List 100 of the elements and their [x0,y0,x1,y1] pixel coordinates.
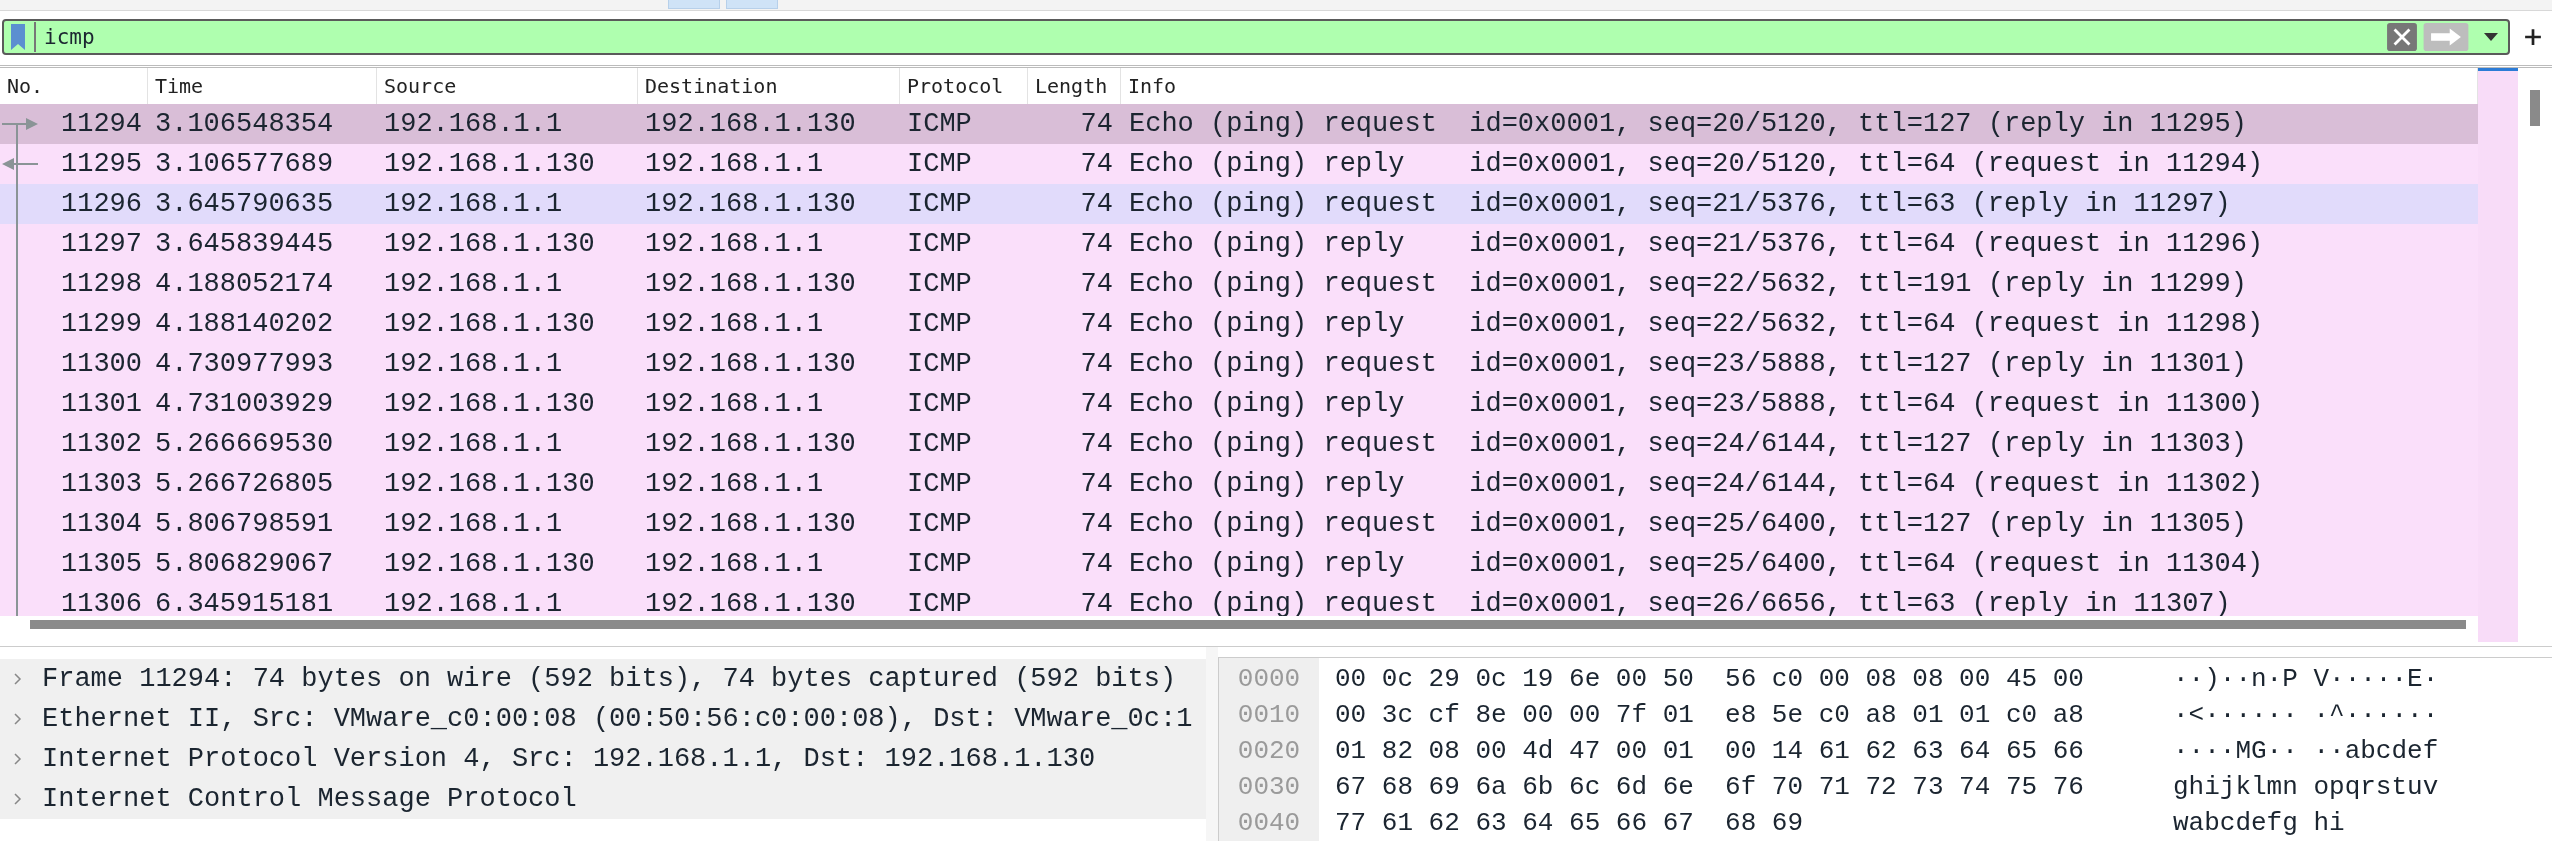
tree-item[interactable]: Ethernet II, Src: VMware_c0:00:08 (00:50:56:c0:00:08), Dst: VMware_0c:1 [0,699,1206,739]
table-cell-text: Echo (ping) request id=0x0001, seq=20/5120, ttl=127 (reply in 11295) [1128,108,2248,139]
table-cell-text: 192.168.1.130 [383,388,596,419]
table-cell-text: ICMP [906,388,973,419]
table-cell-text: ICMP [906,148,973,179]
packet-row[interactable]: 11298 4.188052174 192.168.1.1 192.168.1.130 ICMP 74 Echo (ping) request id=0x0001, seq=22/5632, ttl=191 (reply in 11299) [0,263,2478,304]
table-cell-text: Echo (ping) request id=0x0001, seq=21/5376, ttl=63 (reply in 11297) [1128,188,2232,219]
table-cell-text: 192.168.1.130 [383,228,596,259]
packet-row[interactable]: 11297 3.645839445 192.168.1.130 192.168.1.1 ICMP 74 Echo (ping) reply id=0x0001, seq=21/5376, ttl=64 (request in 11296) [0,223,2478,264]
chevron-icon[interactable] [14,793,22,805]
column-header[interactable]: Source [377,67,638,104]
table-cell-text: ICMP [906,468,973,499]
ascii-bytes: ··)··n·P V·····E· [2173,663,2439,696]
ascii-bytes: ·<······ ·^······ [2173,699,2439,732]
table-cell-text: 11305 [60,548,143,579]
table-cell-text: 11304 [60,508,143,539]
caret-icon[interactable] [2484,32,2498,41]
column-header[interactable]: Destination [638,67,900,104]
table-cell-text: 11301 [60,388,143,419]
tree-item[interactable]: Internet Protocol Version 4, Src: 192.168.1.1, Dst: 192.168.1.130 [0,739,1206,779]
packet-row[interactable]: 11299 4.188140202 192.168.1.130 192.168.1.1 ICMP 74 Echo (ping) reply id=0x0001, seq=22/5632, ttl=64 (request in 11298) [0,303,2478,344]
byte-offset: 0010 [1237,699,1301,732]
chevron-icon[interactable] [14,713,22,725]
packet-row[interactable]: 11301 4.731003929 192.168.1.130 192.168.1.1 ICMP 74 Echo (ping) reply id=0x0001, seq=23/5888, ttl=64 (request in 11300) [0,383,2478,424]
table-cell-text: ICMP [906,588,973,616]
packet-row[interactable]: 11296 3.645790635 192.168.1.1 192.168.1.130 ICMP 74 Echo (ping) request id=0x0001, seq=21/5376, ttl=63 (reply in 11297) [0,183,2478,224]
table-cell-text: 74 [1079,388,1114,419]
table-cell-text: 192.168.1.1 [383,348,564,379]
tree-item-label: Internet Control Message Protocol [42,784,577,814]
packet-row[interactable]: 11304 5.806798591 192.168.1.1 192.168.1.130 ICMP 74 Echo (ping) request id=0x0001, seq=25/6400, ttl=127 (reply in 11305) [0,503,2478,544]
hex-bytes: 00 3c cf 8e 00 00 7f 01 e8 5e c0 a8 01 01 c0 a8 [1335,699,2085,732]
table-cell-text: 74 [1079,548,1114,579]
table-cell-text: 5.266669530 [154,428,335,459]
table-cell-text: 192.168.1.1 [383,188,564,219]
column-header[interactable]: Protocol [900,67,1028,104]
column-header[interactable]: Length [1028,67,1121,104]
table-cell-text: 192.168.1.130 [383,308,596,339]
table-cell-text: 4.730977993 [154,348,335,379]
table-cell-text: Echo (ping) request id=0x0001, seq=24/6144, ttl=127 (reply in 11303) [1128,428,2248,459]
table-cell-text: 192.168.1.1 [383,588,564,616]
packet-row[interactable]: 11302 5.266669530 192.168.1.1 192.168.1.130 ICMP 74 Echo (ping) request id=0x0001, seq=24/6144, ttl=127 (reply in 11303) [0,423,2478,464]
table-cell-text: 74 [1079,188,1114,219]
tree-item-label: Ethernet II, Src: VMware_c0:00:08 (00:50:56:c0:00:08), Dst: VMware_0c:1 [42,704,1193,734]
table-cell-text: 74 [1079,468,1114,499]
table-cell-text: 74 [1079,228,1114,259]
table-cell-text: 6.345915181 [154,588,335,616]
packet-row[interactable]: 11300 4.730977993 192.168.1.1 192.168.1.130 ICMP 74 Echo (ping) request id=0x0001, seq=23/5888, ttl=127 (reply in 11301) [0,343,2478,384]
table-cell-text: 74 [1079,268,1114,299]
table-cell-text: 11296 [60,188,143,219]
table-cell-text: Echo (ping) request id=0x0001, seq=23/5888, ttl=127 (reply in 11301) [1128,348,2248,379]
table-cell-text: Echo (ping) request id=0x0001, seq=22/5632, ttl=191 (reply in 11299) [1128,268,2248,299]
scrollbar-thumb[interactable] [30,620,2466,630]
table-cell-text: 11300 [60,348,143,379]
table-cell-text: ICMP [906,268,973,299]
table-cell-text: 192.168.1.130 [644,188,857,219]
packet-row[interactable]: 11306 6.345915181 192.168.1.1 192.168.1.130 ICMP 74 Echo (ping) request id=0x0001, seq=26/6656, ttl=63 (reply in 11307) [0,583,2478,616]
table-cell-text: 11299 [60,308,143,339]
table-cell-text: 4.731003929 [154,388,335,419]
clear-icon[interactable] [2386,22,2418,51]
table-cell-text: 192.168.1.130 [644,428,857,459]
table-cell-text: 11303 [60,468,143,499]
table-cell-text: 192.168.1.130 [383,548,596,579]
table-cell-text: Echo (ping) reply id=0x0001, seq=20/5120, ttl=64 (request in 11294) [1128,148,2265,179]
tree-item-label: Frame 11294: 74 bytes on wire (592 bits), 74 bytes captured (592 bits) [42,664,1177,694]
chevron-icon[interactable] [14,673,22,685]
table-cell-text: 74 [1079,588,1114,616]
add-icon[interactable] [2524,27,2542,46]
table-cell-text: 192.168.1.130 [644,508,857,539]
packet-row[interactable]: 11305 5.806829067 192.168.1.130 192.168.1.1 ICMP 74 Echo (ping) reply id=0x0001, seq=25/6400, ttl=64 (request in 11304) [0,543,2478,584]
display-filter-field[interactable]: icmp [2,18,2510,55]
table-cell-text: 192.168.1.130 [644,268,857,299]
hex-bytes: 00 0c 29 0c 19 6e 00 50 56 c0 00 08 08 00 45 00 [1335,663,2085,696]
table-cell-text: 192.168.1.1 [383,268,564,299]
column-header[interactable]: Time [148,67,377,104]
bookmark-icon[interactable] [8,21,36,52]
hex-bytes: 01 82 08 00 4d 47 00 01 00 14 61 62 63 64 65 66 [1335,735,2085,768]
hex-bytes: 67 68 69 6a 6b 6c 6d 6e 6f 70 71 72 73 74 75 76 [1335,771,2085,804]
table-cell-text: 192.168.1.130 [644,348,857,379]
table-cell-text: 3.106577689 [154,148,335,179]
table-cell-text: 3.106548354 [154,108,335,139]
ascii-bytes: wabcdefg hi [2173,807,2346,840]
packet-row[interactable]: 11303 5.266726805 192.168.1.130 192.168.1.1 ICMP 74 Echo (ping) reply id=0x0001, seq=24/6144, ttl=64 (request in 11302) [0,463,2478,504]
chevron-icon[interactable] [14,753,22,765]
table-cell-text: ICMP [906,508,973,539]
column-header[interactable]: No. [0,67,148,104]
tree-item[interactable]: Frame 11294: 74 bytes on wire (592 bits), 74 bytes captured (592 bits) [0,659,1206,699]
table-cell-text: 3.645790635 [154,188,335,219]
table-cell-text: 74 [1079,148,1114,179]
tree-item[interactable]: Internet Control Message Protocol [0,779,1206,819]
table-cell-text: ICMP [906,228,973,259]
table-cell-text: 192.168.1.130 [383,148,596,179]
table-cell-text: 192.168.1.1 [644,228,825,259]
packet-row[interactable]: 11294 3.106548354 192.168.1.1 192.168.1.130 ICMP 74 Echo (ping) request id=0x0001, seq=20/5120, ttl=127 (reply in 11295) [0,103,2478,144]
table-cell-text: 74 [1079,508,1114,539]
table-cell-text: 5.806798591 [154,508,335,539]
byte-offset: 0030 [1237,771,1301,804]
packet-row[interactable]: 11295 3.106577689 192.168.1.130 192.168.1.1 ICMP 74 Echo (ping) reply id=0x0001, seq=20/5120, ttl=64 (request in 11294) [0,143,2478,184]
tree-item-label: Internet Protocol Version 4, Src: 192.168.1.1, Dst: 192.168.1.130 [42,744,1096,774]
scrollbar-thumb[interactable] [2530,89,2540,126]
table-cell-text: 3.645839445 [154,228,335,259]
